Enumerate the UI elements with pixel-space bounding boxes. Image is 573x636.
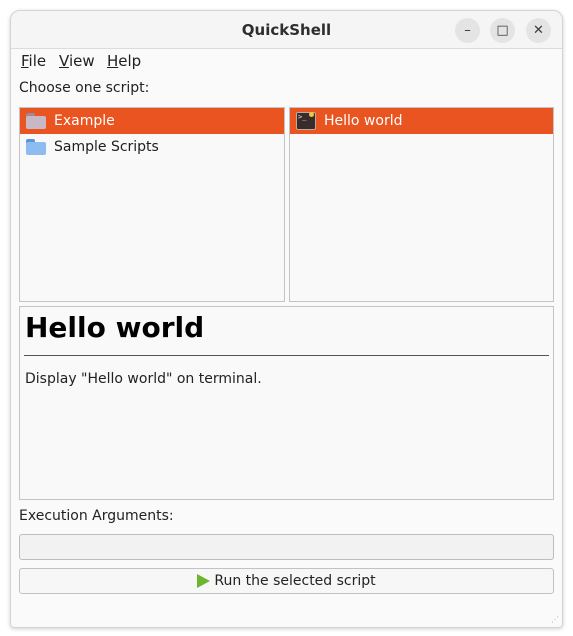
terminal-icon: >_ [296,112,316,130]
script-heading: Hello world [25,311,205,344]
run-script-button[interactable]: Run the selected script [19,568,554,594]
menu-view[interactable]: View [59,52,95,70]
menu-help[interactable]: Help [107,52,141,70]
run-button-label: Run the selected script [214,573,376,589]
execution-arguments-label: Execution Arguments: [19,508,174,524]
folder-icon [26,139,46,155]
folder-item-example[interactable]: Example [20,108,284,134]
maximize-icon: □ [496,23,509,38]
menu-bar: File View Help [11,49,562,73]
app-window: QuickShell – □ ✕ File View Help Choose o… [10,10,563,628]
heading-divider [24,355,549,356]
folder-item-sample-scripts[interactable]: Sample Scripts [20,134,284,160]
maximize-button[interactable]: □ [490,18,515,43]
play-icon [197,574,211,588]
folder-list[interactable]: Example Sample Scripts [19,107,285,302]
script-details-panel: Hello world Display "Hello world" on ter… [19,306,554,500]
script-item-hello-world[interactable]: >_ Hello world [290,108,553,134]
close-icon: ✕ [533,23,544,38]
choose-script-label: Choose one script: [19,80,150,96]
minimize-icon: – [464,23,471,38]
minimize-button[interactable]: – [455,18,480,43]
script-description: Display "Hello world" on terminal. [25,371,262,387]
script-label: Hello world [324,113,403,129]
menu-file[interactable]: File [21,52,46,70]
folder-label: Sample Scripts [54,139,159,155]
vertical-splitter-handle[interactable]: ⋯ [289,297,297,306]
close-button[interactable]: ✕ [526,18,551,43]
folder-label: Example [54,113,115,129]
execution-arguments-input[interactable] [19,534,554,560]
title-bar[interactable]: QuickShell – □ ✕ [11,11,562,49]
resize-grip-icon[interactable]: ⋰ [551,616,559,624]
script-list[interactable]: >_ Hello world [289,107,554,302]
folder-icon [26,113,46,129]
